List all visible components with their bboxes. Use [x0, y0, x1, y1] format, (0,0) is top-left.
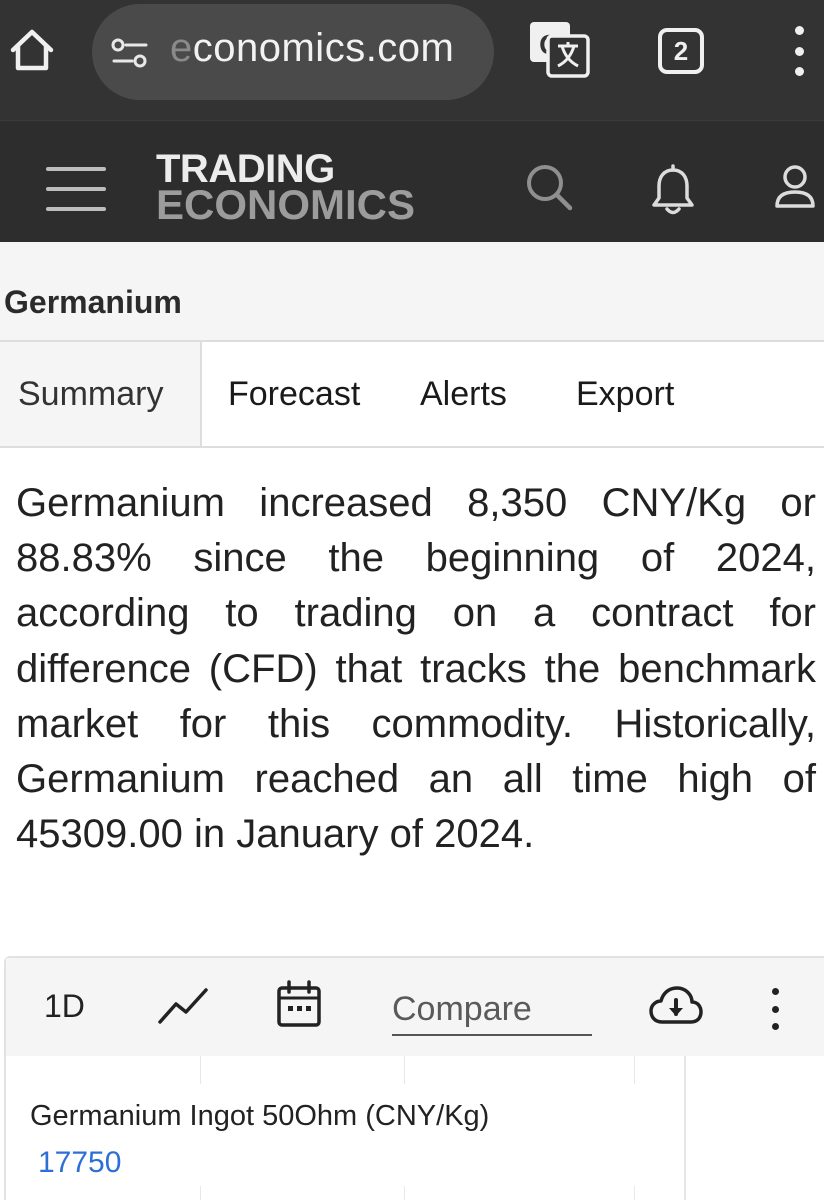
tab-export[interactable]: Export	[576, 342, 674, 446]
home-icon	[10, 29, 54, 71]
tab-forecast[interactable]: Forecast	[228, 342, 360, 446]
grid-line	[634, 1186, 635, 1200]
search-icon[interactable]	[524, 162, 574, 212]
home-button[interactable]	[8, 24, 56, 76]
bell-icon[interactable]	[650, 164, 696, 218]
translate-icon[interactable]: G	[528, 18, 590, 80]
compare-input[interactable]	[392, 984, 592, 1036]
cloud-download-icon[interactable]	[648, 984, 704, 1028]
dot-icon	[771, 1023, 779, 1030]
summary-description: Germanium increased 8,350 CNY/Kg or 88.8…	[16, 481, 816, 857]
period-selector-button[interactable]: 1D	[44, 988, 85, 1025]
site-logo[interactable]: TRADING ECONOMICS	[156, 149, 415, 226]
grid-line	[404, 1056, 405, 1084]
tab-bar: Summary Forecast Alerts Export	[0, 340, 824, 448]
dot-icon	[794, 46, 804, 56]
dot-icon	[794, 26, 804, 35]
hamburger-menu-icon[interactable]	[46, 167, 106, 211]
tab-alerts[interactable]: Alerts	[420, 342, 507, 446]
dot-icon	[771, 1005, 779, 1013]
chart-series-name: Germanium Ingot 50Ohm (CNY/Kg)	[30, 1100, 490, 1132]
chart-current-price: 17750	[38, 1146, 122, 1179]
site-settings-icon[interactable]	[110, 37, 150, 69]
grid-line	[200, 1056, 201, 1084]
site-header: TRADING ECONOMICS	[0, 120, 824, 242]
address-bar[interactable]: economics.com	[92, 4, 494, 100]
tab-switcher-button[interactable]: 2	[658, 28, 704, 74]
chart-more-button[interactable]	[768, 988, 782, 1030]
dot-icon	[794, 67, 804, 76]
grid-line	[634, 1056, 635, 1084]
browser-menu-button[interactable]	[784, 26, 814, 76]
grid-line	[404, 1186, 405, 1200]
tab-summary[interactable]: Summary	[0, 342, 202, 446]
grid-line	[200, 1186, 201, 1200]
line-chart-icon[interactable]	[158, 986, 208, 1026]
page-title: Germanium	[4, 284, 182, 320]
calendar-icon[interactable]	[276, 980, 322, 1028]
user-icon[interactable]	[772, 164, 818, 210]
dot-icon	[771, 988, 779, 995]
url-text: economics.com	[170, 26, 455, 70]
